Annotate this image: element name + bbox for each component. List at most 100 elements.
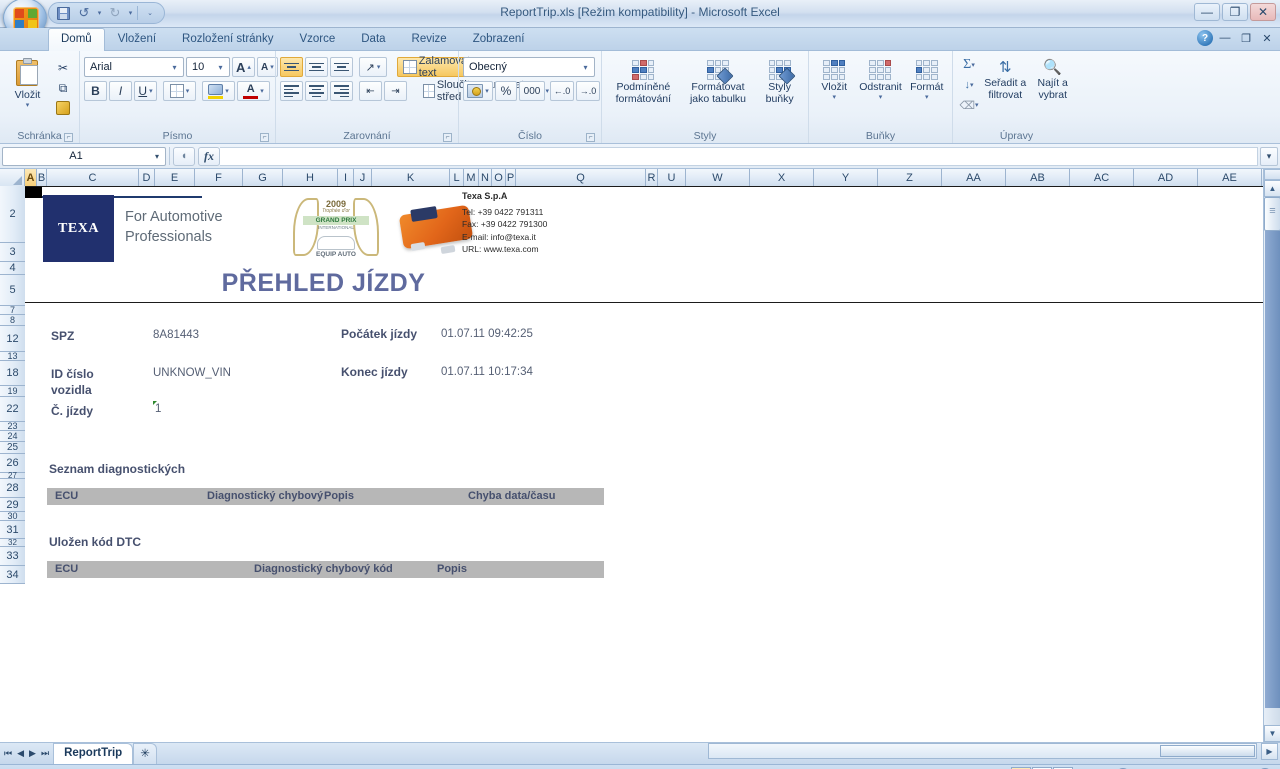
formula-bar-expand-button[interactable]: ▾ [1260,147,1278,166]
column-header-AC[interactable]: AC [1070,169,1134,186]
bold-button[interactable]: B [84,81,107,101]
column-header-M[interactable]: M [464,169,479,186]
last-sheet-button[interactable]: ⏭ [41,748,49,759]
sort-filter-button[interactable]: ⇅ Seřadit a filtrovat [981,56,1029,101]
align-center-button[interactable] [305,81,328,101]
restore-button[interactable]: ❐ [1222,3,1248,21]
chevron-down-icon[interactable]: ▾ [579,63,592,72]
row-header-24[interactable]: 24 [0,431,25,442]
row-header-8[interactable]: 8 [0,315,25,326]
chevron-down-icon[interactable]: ▾ [149,152,165,161]
column-header-AD[interactable]: AD [1134,169,1198,186]
alignment-dialog-launcher[interactable]: ⌐ [443,133,452,142]
vertical-scroll-track[interactable] [1265,231,1280,708]
help-icon[interactable]: ? [1197,30,1213,46]
column-header-I[interactable]: I [338,169,354,186]
tab-vzorce[interactable]: Vzorce [286,28,348,51]
cut-button[interactable]: ✂ [53,59,73,77]
error-indicator-icon[interactable] [153,401,157,405]
scroll-right-button[interactable]: ▶ [1261,743,1278,760]
row-header-31[interactable]: 31 [0,521,25,539]
minimize-button[interactable]: — [1194,3,1220,21]
format-cells-button[interactable]: Formát ▾ [906,57,948,102]
chevron-down-icon[interactable]: ▾ [879,94,883,102]
chevron-down-icon[interactable]: ▾ [832,94,836,102]
vertical-scrollbar[interactable]: ▲ ▼ [1263,169,1280,742]
tab-rozlozeni-stranky[interactable]: Rozložení stránky [169,28,286,51]
fill-color-button[interactable]: ▾ [202,81,235,101]
horizontal-scroll-thumb[interactable] [1160,745,1255,757]
column-header-W[interactable]: W [686,169,750,186]
column-header-B[interactable]: B [37,169,47,186]
column-header-A[interactable]: A [25,169,37,186]
column-header-AE[interactable]: AE [1198,169,1262,186]
row-header-3[interactable]: 3 [0,243,25,262]
column-header-J[interactable]: J [354,169,372,186]
align-top-button[interactable] [280,57,303,77]
column-header-G[interactable]: G [243,169,283,186]
row-header-7[interactable]: 7 [0,305,25,315]
vertical-scroll-thumb[interactable] [1264,197,1280,231]
row-header-18[interactable]: 18 [0,361,25,386]
font-size-combo[interactable]: 10 ▾ [186,57,230,77]
format-as-table-button[interactable]: Formátovat jako tabulku [682,57,754,105]
percent-format-button[interactable]: % [495,81,517,101]
decrease-indent-button[interactable]: ⇤ [359,81,382,101]
row-header-13[interactable]: 13 [0,351,25,361]
sheet-tab-reporttrip[interactable]: ReportTrip [53,743,134,764]
autosum-button[interactable]: Σ ▾ [959,56,979,74]
tab-vlozeni[interactable]: Vložení [105,28,169,51]
clear-button[interactable]: ⌫ ▾ [959,96,979,114]
column-header-E[interactable]: E [155,169,195,186]
chevron-down-icon[interactable]: ▾ [925,94,929,102]
doc-close-button[interactable]: ✕ [1258,30,1276,46]
cell-styles-button[interactable]: Styly buňky [757,57,803,105]
row-header-28[interactable]: 28 [0,479,25,498]
close-button[interactable]: ✕ [1250,3,1276,21]
font-dialog-launcher[interactable]: ⌐ [260,133,269,142]
row-header-23[interactable]: 23 [0,421,25,431]
row-header-22[interactable]: 22 [0,397,25,422]
grow-font-button[interactable]: A ▴ [232,57,255,77]
column-header-H[interactable]: H [283,169,338,186]
tab-domu[interactable]: Domů [48,28,105,51]
next-sheet-button[interactable]: ▶ [29,748,36,759]
delete-cells-button[interactable]: Odstranit ▾ [855,57,905,102]
doc-restore-button[interactable]: ❐ [1237,30,1255,46]
tab-revize[interactable]: Revize [399,28,460,51]
column-header-Y[interactable]: Y [814,169,878,186]
borders-button[interactable]: ▾ [163,81,196,101]
insert-function-button[interactable]: fx [198,146,220,166]
paste-button[interactable]: Vložit ▾ [4,55,51,110]
tab-zobrazeni[interactable]: Zobrazení [460,28,538,51]
currency-format-button[interactable]: ▾ [463,81,493,101]
sheet-content[interactable]: TEXA For Automotive Professionals 2009 T… [25,186,1263,742]
formula-bar-collapse-button[interactable]: ◖ [173,146,195,166]
column-header-L[interactable]: L [450,169,464,186]
scroll-down-button[interactable]: ▼ [1264,725,1280,742]
align-right-button[interactable] [330,81,353,101]
clipboard-dialog-launcher[interactable]: ⌐ [64,133,73,142]
row-header-30[interactable]: 30 [0,511,25,521]
row-header-19[interactable]: 19 [0,386,25,397]
formula-input[interactable] [220,146,1258,166]
font-color-button[interactable]: A ▾ [237,81,270,101]
column-header-X[interactable]: X [750,169,814,186]
column-header-AA[interactable]: AA [942,169,1006,186]
number-format-combo[interactable]: Obecný ▾ [463,57,595,77]
first-sheet-button[interactable]: ⏮ [4,748,12,759]
align-middle-button[interactable] [305,57,328,77]
align-left-button[interactable] [280,81,303,101]
align-bottom-button[interactable] [330,57,353,77]
doc-minimize-button[interactable]: — [1216,30,1234,46]
row-header-2[interactable]: 2 [0,186,25,243]
row-header-12[interactable]: 12 [0,326,25,352]
column-header-Q[interactable]: Q [516,169,646,186]
increase-indent-button[interactable]: ⇥ [384,81,407,101]
split-handle-vertical[interactable] [1264,169,1280,180]
font-name-combo[interactable]: Arial ▾ [84,57,184,77]
row-header-34[interactable]: 34 [0,566,25,584]
chevron-down-icon[interactable]: ▾ [168,63,181,72]
conditional-formatting-button[interactable]: Podmíněné formátování [607,57,679,105]
insert-cells-button[interactable]: Vložit ▾ [813,57,855,102]
